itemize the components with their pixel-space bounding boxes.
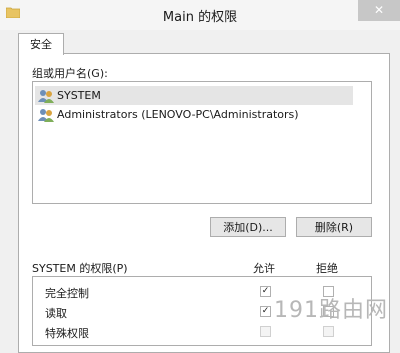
user-list[interactable]: SYSTEM Administrators (LENOVO-PC\Adminis…	[32, 81, 372, 204]
watermark: 191路由网	[274, 298, 388, 323]
list-item-administrators[interactable]: Administrators (LENOVO-PC\Administrators…	[35, 105, 353, 124]
allow-header: 允许	[253, 262, 275, 275]
user-name: Administrators (LENOVO-PC\Administrators…	[57, 108, 299, 121]
deny-special-checkbox	[323, 326, 334, 337]
list-item-system[interactable]: SYSTEM	[35, 86, 353, 105]
remove-button[interactable]: 删除(R)	[296, 217, 372, 237]
tab-security[interactable]: 安全	[18, 33, 64, 55]
close-icon: ✕	[373, 3, 385, 17]
add-button[interactable]: 添加(D)...	[210, 217, 286, 237]
groups-label: 组或用户名(G):	[32, 67, 108, 80]
user-group-icon	[38, 90, 54, 103]
window-title: Main 的权限	[162, 10, 238, 25]
close-button[interactable]: ✕	[358, 0, 400, 21]
title-bar: Main 的权限 ✕	[0, 0, 400, 30]
permission-label: 完全控制	[45, 287, 89, 300]
permission-label: 读取	[45, 307, 67, 320]
allow-full-control-checkbox[interactable]: ✓	[260, 286, 271, 297]
deny-header: 拒绝	[316, 262, 338, 275]
user-name: SYSTEM	[57, 89, 101, 102]
allow-read-checkbox[interactable]: ✓	[260, 306, 271, 317]
user-group-icon	[38, 109, 54, 122]
permissions-title: SYSTEM 的权限(P)	[32, 262, 128, 275]
permission-label: 特殊权限	[45, 327, 89, 340]
allow-special-checkbox	[260, 326, 271, 337]
